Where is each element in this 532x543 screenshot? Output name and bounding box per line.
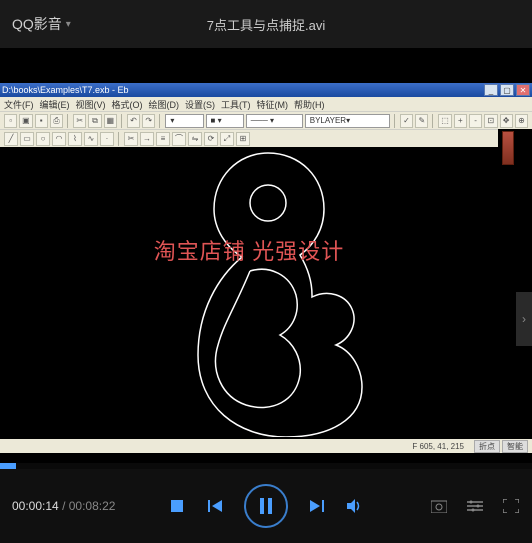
color-combo[interactable]: ■ ▾ — [206, 114, 244, 128]
menu-help[interactable]: 帮助(H) — [294, 98, 325, 111]
zoom-extents-icon[interactable]: ⊡ — [484, 114, 497, 128]
status-btn-2[interactable]: 智能 — [502, 440, 528, 453]
next-button[interactable] — [308, 497, 326, 515]
separator — [121, 114, 123, 128]
fullscreen-button[interactable] — [502, 497, 520, 515]
tool-a-icon[interactable]: ✓ — [400, 114, 413, 128]
cut-icon[interactable]: ✂ — [73, 114, 86, 128]
mirror-icon[interactable]: ⇋ — [188, 132, 202, 146]
prev-button[interactable] — [206, 497, 224, 515]
point-icon[interactable]: · — [100, 132, 114, 146]
separator — [159, 114, 161, 128]
menu-settings[interactable]: 设置(S) — [185, 98, 215, 111]
cad-statusbar: F 605, 41, 215 折点 智能 — [0, 439, 532, 453]
zoom-in-icon[interactable]: + — [454, 114, 467, 128]
status-btn-1[interactable]: 折点 — [474, 440, 500, 453]
undo-icon[interactable]: ↶ — [127, 114, 140, 128]
chevron-right-icon: › — [522, 312, 526, 326]
zoom-realtime-icon[interactable]: ⊕ — [515, 114, 528, 128]
control-bar: 00:00:14 / 00:08:22 — [0, 469, 532, 543]
app-name-label: QQ影音 — [12, 14, 62, 34]
rotate-icon[interactable]: ⟳ — [204, 132, 218, 146]
arc-icon[interactable]: ◠ — [52, 132, 66, 146]
snapshot-button[interactable] — [430, 497, 448, 515]
cad-coords: F 605, 41, 215 — [412, 442, 464, 451]
pan-icon[interactable]: ✥ — [500, 114, 513, 128]
video-title: 7点工具与点捕捉.avi — [207, 15, 325, 34]
separator — [432, 114, 434, 128]
center-controls — [168, 484, 364, 528]
spline-icon[interactable]: ∿ — [84, 132, 98, 146]
open-icon[interactable]: ▣ — [19, 114, 32, 128]
circle-icon[interactable]: ○ — [36, 132, 50, 146]
playlist-toggle[interactable]: › — [516, 292, 532, 346]
separator — [67, 114, 69, 128]
zoom-out-icon[interactable]: - — [469, 114, 482, 128]
trim-icon[interactable]: ✂ — [124, 132, 138, 146]
offset-icon[interactable]: ≡ — [156, 132, 170, 146]
menu-edit[interactable]: 编辑(E) — [40, 98, 70, 111]
current-time: 00:00:14 — [12, 499, 59, 513]
stop-button[interactable] — [168, 497, 186, 515]
layer-combo[interactable]: ▾ — [165, 114, 203, 128]
paste-icon[interactable]: ▦ — [104, 114, 117, 128]
rect-icon[interactable]: ▭ — [20, 132, 34, 146]
array-icon[interactable]: ⊞ — [236, 132, 250, 146]
cad-toolbar-1: ▫ ▣ ▪ ⎙ ✂ ⧉ ▦ ↶ ↷ ▾ ■ ▾ ─── ▾ BYLAYER ▾ … — [0, 111, 532, 129]
video-area: D:\books\Examples\T7.exb - Eb _ ▢ ✕ 文件(F… — [0, 48, 532, 463]
menu-draw[interactable]: 绘图(D) — [149, 98, 180, 111]
player-header: QQ影音 ▾ 7点工具与点捕捉.avi — [0, 0, 532, 48]
settings-button[interactable] — [466, 497, 484, 515]
menu-feature[interactable]: 特征(M) — [257, 98, 289, 111]
close-icon[interactable]: ✕ — [516, 84, 530, 96]
menu-view[interactable]: 视图(V) — [76, 98, 106, 111]
watermark-text: 淘宝店铺 光强设计 — [154, 234, 345, 266]
cad-right-strip — [498, 129, 532, 419]
cad-window: D:\books\Examples\T7.exb - Eb _ ▢ ✕ 文件(F… — [0, 83, 532, 453]
save-icon[interactable]: ▪ — [35, 114, 48, 128]
cad-window-title: D:\books\Examples\T7.exb - Eb — [2, 85, 482, 95]
total-time: 00:08:22 — [69, 499, 116, 513]
tool-b-icon[interactable]: ✎ — [415, 114, 428, 128]
time-display: 00:00:14 / 00:08:22 — [12, 499, 115, 513]
menu-format[interactable]: 格式(O) — [112, 98, 143, 111]
print-icon[interactable]: ⎙ — [50, 114, 63, 128]
minimize-icon[interactable]: _ — [484, 84, 498, 96]
scale-icon[interactable]: ⤢ — [220, 132, 234, 146]
menu-tools[interactable]: 工具(T) — [221, 98, 251, 111]
menu-file[interactable]: 文件(F) — [4, 98, 34, 111]
separator — [118, 132, 120, 146]
cad-canvas[interactable]: 淘宝店铺 光强设计 — [0, 147, 498, 437]
cad-toolbar-2: ╱ ▭ ○ ◠ ⌇ ∿ · ✂ → ≡ ⌒ ⇋ ⟳ ⤢ ⊞ — [0, 129, 532, 147]
pause-button[interactable] — [244, 484, 288, 528]
volume-button[interactable] — [346, 497, 364, 515]
bylayer-combo[interactable]: BYLAYER ▾ — [305, 114, 390, 128]
cad-menubar: 文件(F) 编辑(E) 视图(V) 格式(O) 绘图(D) 设置(S) 工具(T… — [0, 97, 532, 111]
redo-icon[interactable]: ↷ — [142, 114, 155, 128]
new-icon[interactable]: ▫ — [4, 114, 17, 128]
polyline-icon[interactable]: ⌇ — [68, 132, 82, 146]
right-controls — [430, 497, 520, 515]
app-name-dropdown[interactable]: QQ影音 ▾ — [12, 14, 71, 34]
fillet-icon[interactable]: ⌒ — [172, 132, 186, 146]
separator — [394, 114, 396, 128]
line-icon[interactable]: ╱ — [4, 132, 18, 146]
zoom-window-icon[interactable]: ⬚ — [438, 114, 451, 128]
maximize-icon[interactable]: ▢ — [500, 84, 514, 96]
extend-icon[interactable]: → — [140, 132, 154, 146]
copy-icon[interactable]: ⧉ — [88, 114, 101, 128]
time-separator: / — [62, 499, 69, 513]
linetype-combo[interactable]: ─── ▾ — [246, 114, 303, 128]
chevron-down-icon: ▾ — [66, 19, 71, 30]
cad-scroll-handle[interactable] — [502, 131, 514, 165]
cad-titlebar: D:\books\Examples\T7.exb - Eb _ ▢ ✕ — [0, 83, 532, 97]
